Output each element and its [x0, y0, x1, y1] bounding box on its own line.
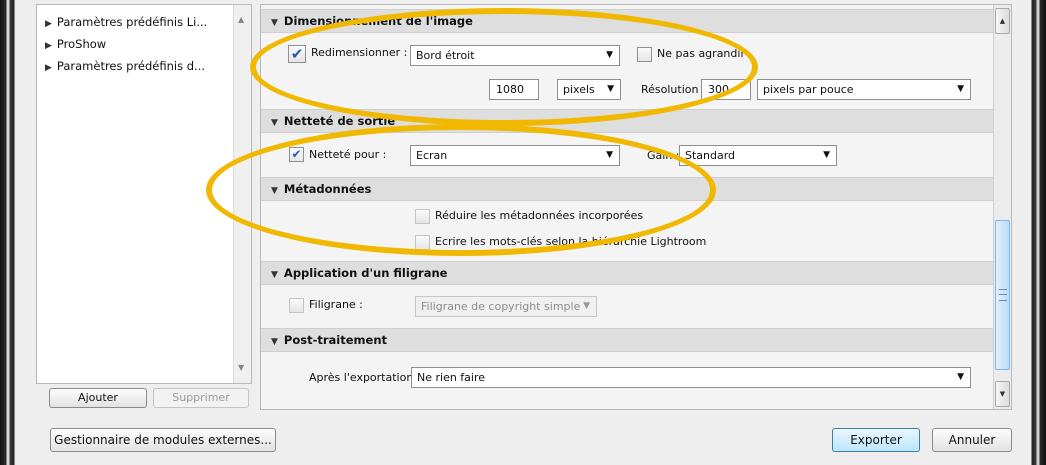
scroll-down-icon[interactable]: ▼ [238, 363, 244, 372]
section-title: Netteté de sortie [283, 114, 396, 128]
dropdown-arrow-icon: ▼ [606, 150, 613, 160]
section-title: Application d'un filigrane [283, 266, 448, 280]
expand-triangle-icon: ▶ [45, 63, 52, 73]
resolution-input[interactable]: 300 [701, 79, 751, 100]
plugin-manager-button[interactable]: Gestionnaire de modules externes... [50, 428, 276, 452]
collapse-triangle-icon: ▼ [271, 186, 278, 196]
dropdown-arrow-icon: ▼ [957, 84, 964, 94]
keywords-hierarchy-checkbox[interactable] [415, 235, 430, 250]
scroll-up-icon[interactable]: ▲ [995, 8, 1010, 34]
dropdown-arrow-icon: ▼ [957, 372, 964, 382]
reduce-metadata-label: Réduire les métadonnées incorporées [435, 209, 644, 222]
collapse-triangle-icon: ▼ [271, 18, 278, 28]
window-edge-left [0, 0, 14, 465]
after-export-select[interactable]: Ne rien faire ▼ [411, 367, 971, 388]
section-header-watermark[interactable]: ▼ Application d'un filigrane [261, 261, 994, 285]
section-header-post-processing[interactable]: ▼ Post-traitement [261, 328, 994, 352]
section-header-image-sizing[interactable]: ▼ Dimensionnement de l'image [261, 9, 994, 33]
sharpen-label: Netteté pour : [309, 148, 387, 161]
preset-list: ▶ Paramètres prédéfinis Li... ▶ ProShow ▶ P… [36, 4, 252, 384]
scroll-down-icon[interactable]: ▼ [995, 381, 1010, 407]
resize-label: Redimensionner : [311, 46, 408, 59]
resize-checkbox[interactable]: ✔ [288, 45, 306, 63]
add-preset-button[interactable]: Ajouter [49, 388, 147, 408]
section-header-metadata[interactable]: ▼ Métadonnées [261, 177, 994, 201]
scroll-up-icon[interactable]: ▲ [238, 15, 244, 24]
reduce-metadata-checkbox[interactable] [415, 209, 430, 224]
resize-mode-select[interactable]: Bord étroit ▼ [410, 45, 620, 66]
gain-label: Gain : [647, 149, 680, 162]
select-value: Standard [685, 149, 736, 162]
after-export-label: Après l'exportation : [309, 371, 421, 384]
preset-item-label: ProShow [56, 37, 107, 51]
select-value: Ecran [416, 149, 448, 162]
expand-triangle-icon: ▶ [45, 41, 52, 51]
keywords-hierarchy-label: Ecrire les mots-clés selon la hiérarchie… [435, 235, 707, 248]
preset-scrollbar[interactable]: ▲ ▼ [233, 5, 251, 383]
preset-item[interactable]: ▶ Paramètres prédéfinis d... [45, 59, 205, 73]
export-button[interactable]: Exporter [832, 428, 920, 452]
collapse-triangle-icon: ▼ [271, 270, 278, 280]
select-value: Filigrane de copyright simple [421, 300, 581, 313]
watermark-select[interactable]: Filigrane de copyright simple ▼ [415, 296, 597, 317]
select-value: Bord étroit [416, 49, 475, 62]
dropdown-arrow-icon: ▼ [606, 50, 613, 60]
size-unit-select[interactable]: pixels ▼ [557, 79, 621, 100]
preset-item[interactable]: ▶ ProShow [45, 37, 106, 51]
preset-item-label: Paramètres prédéfinis d... [56, 59, 206, 73]
dropdown-arrow-icon: ▼ [583, 301, 590, 311]
sharpen-for-select[interactable]: Ecran ▼ [410, 145, 620, 166]
collapse-triangle-icon: ▼ [271, 337, 278, 347]
resolution-unit-select[interactable]: pixels par pouce ▼ [757, 79, 971, 100]
expand-triangle-icon: ▶ [45, 19, 52, 29]
size-input[interactable]: 1080 [489, 79, 539, 100]
sharpen-checkbox[interactable]: ✔ [289, 147, 304, 162]
section-title: Post-traitement [283, 333, 388, 347]
dropdown-arrow-icon: ▼ [607, 84, 614, 94]
select-value: Ne rien faire [417, 371, 486, 384]
select-value: pixels par pouce [763, 83, 854, 96]
section-title: Dimensionnement de l'image [283, 14, 473, 28]
settings-panel: ▼ Dimensionnement de l'image ✔ Redimensio… [260, 4, 1012, 410]
dropdown-arrow-icon: ▼ [823, 150, 830, 160]
grip-icon [999, 289, 1007, 301]
dont-enlarge-checkbox[interactable] [637, 47, 652, 62]
watermark-label: Filigrane : [309, 298, 363, 311]
cancel-button[interactable]: Annuler [932, 428, 1012, 452]
section-header-output-sharpening[interactable]: ▼ Netteté de sortie [261, 109, 994, 133]
settings-scrollbar[interactable]: ▲ ▼ [993, 5, 1011, 409]
preset-item[interactable]: ▶ Paramètres prédéfinis Li... [45, 15, 207, 29]
select-value: pixels [563, 83, 595, 96]
watermark-checkbox[interactable] [289, 298, 304, 313]
resolution-label: Résolution : [641, 83, 706, 96]
scrollbar-thumb[interactable] [995, 220, 1010, 370]
window-edge-right [1032, 0, 1046, 465]
section-title: Métadonnées [283, 182, 372, 196]
preset-item-label: Paramètres prédéfinis Li... [56, 15, 208, 29]
remove-preset-button[interactable]: Supprimer [153, 388, 249, 408]
dont-enlarge-label: Ne pas agrandir [657, 47, 745, 60]
collapse-triangle-icon: ▼ [271, 118, 278, 128]
gain-select[interactable]: Standard ▼ [679, 145, 837, 166]
